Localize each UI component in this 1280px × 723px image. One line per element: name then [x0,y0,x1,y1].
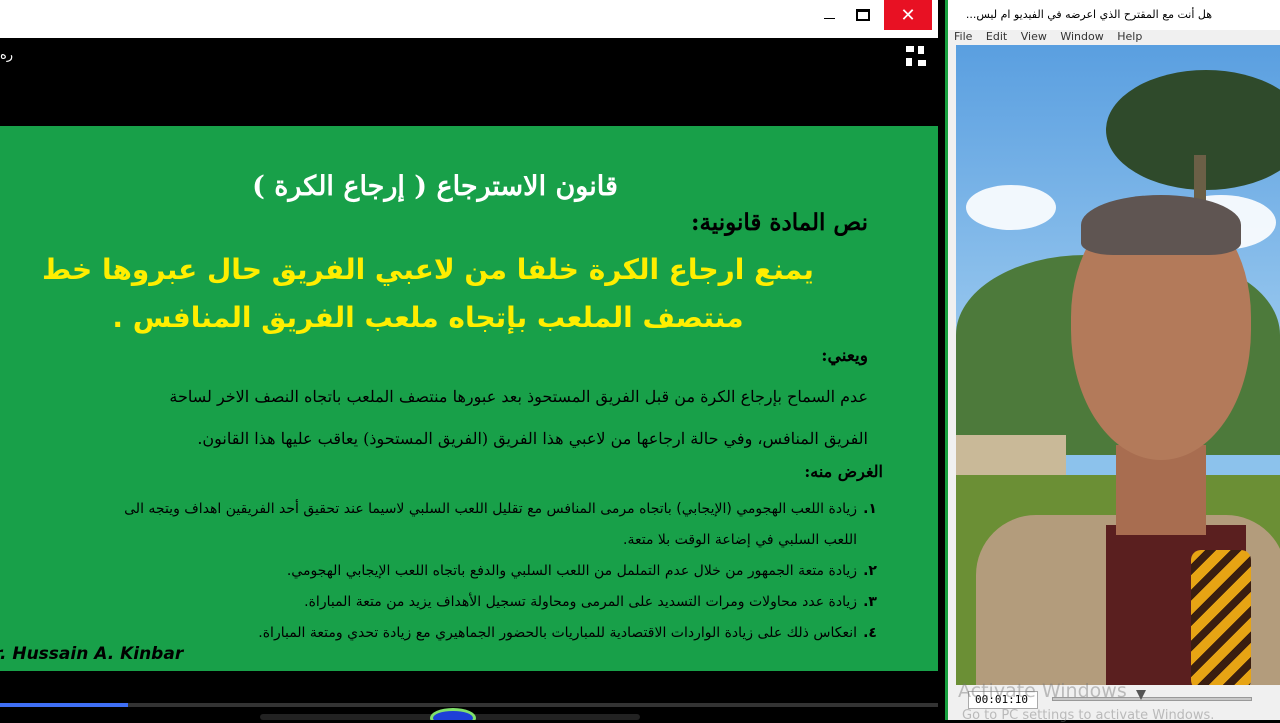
means-line: الفريق المنافس، وفي حالة ارجاعها من لاعب… [197,429,868,448]
list-number: ١. [863,501,877,517]
close-button[interactable]: ✕ [884,0,932,30]
slider-thumb-icon[interactable] [1136,690,1146,700]
presentation-slide: قانون الاسترجاع ( إرجاع الكرة ) نص الماد… [0,126,938,671]
menu-window[interactable]: Window [1060,30,1103,43]
slide-title: قانون الاسترجاع ( إرجاع الكرة ) [252,171,618,202]
list-text: زيادة اللعب الهجومي (الإيجابي) باتجاه مر… [124,501,857,517]
menu-view[interactable]: View [1021,30,1047,43]
maximize-button[interactable] [840,0,886,30]
menu-file[interactable]: File [954,30,972,43]
list-number: ٢. [863,563,877,579]
list-number: ٣. [863,594,877,610]
seek-bar-progress [0,703,128,707]
close-icon: ✕ [900,4,916,26]
fullscreen-icon[interactable] [906,46,928,66]
activation-watermark: Activate Windows [958,680,1127,702]
person-hair [1081,195,1241,255]
list-item: ٣. زيادة عدد محاولات ومرات التسديد على ال… [0,587,883,618]
maximize-icon [856,9,870,21]
list-item: اللعب السلبي في إضاعة الوقت بلا متعة. [0,525,883,556]
window-title[interactable]: هل أنت مع المقترح الذي اعرضه في الفيديو … [948,0,1280,30]
record-button[interactable] [430,708,476,720]
overlay-text: ره [0,48,14,63]
author-credit: r. Hussain A. Kinbar [0,644,184,664]
video-cloud [966,185,1056,230]
purpose-heading: الغرض منه: [804,462,883,481]
menu-bar: File Edit View Window Help [948,30,1280,45]
video-player-window: ✕ ره قانون الاسترجاع ( إرجاع الكرة ) نص … [0,0,938,720]
law-text: يمنع ارجاع الكرة خلفا من لاعبي الفريق حا… [42,253,814,334]
menu-edit[interactable]: Edit [986,30,1007,43]
webcam-video [956,45,1280,685]
means-paragraph: عدم السماح بإرجاع الكرة من قبل الفريق ال… [0,376,868,460]
seek-bar[interactable] [0,703,938,707]
menu-help[interactable]: Help [1117,30,1142,43]
list-text: زيادة متعة الجمهور من خلال عدم التململ م… [286,563,857,579]
list-text: اللعب السلبي في إضاعة الوقت بلا متعة. [623,532,857,548]
minimize-icon [823,17,835,19]
list-text: زيادة عدد محاولات ومرات التسديد على المر… [304,594,857,610]
list-number: ٤. [863,625,877,641]
slide-subheading: نص المادة قانونية: [690,209,868,236]
means-heading: ويعني: [821,346,868,366]
person-tie [1191,550,1251,685]
window-titlebar[interactable]: ✕ [0,0,938,38]
purpose-list: ١. زيادة اللعب الهجومي (الإيجابي) باتجاه … [0,494,883,649]
activation-watermark-detail: Go to PC settings to activate Windows. [962,708,1215,723]
means-line: عدم السماح بإرجاع الكرة من قبل الفريق ال… [169,387,868,406]
list-item: ٢. زيادة متعة الجمهور من خلال عدم التململ… [0,556,883,587]
list-text: انعكاس ذلك على زيادة الواردات الاقتصادية… [258,625,857,641]
webcam-player-window: هل أنت مع المقترح الذي اعرضه في الفيديو … [948,0,1280,720]
list-item: ١. زيادة اللعب الهجومي (الإيجابي) باتجاه … [0,494,883,525]
